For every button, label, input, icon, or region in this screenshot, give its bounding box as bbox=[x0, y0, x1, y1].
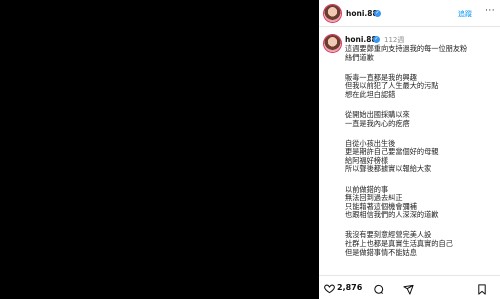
action-bar: 2,876 bbox=[319, 275, 500, 299]
heart-icon[interactable] bbox=[324, 279, 335, 298]
caption-line: 絲們道歉 bbox=[345, 52, 374, 62]
caption-avatar[interactable] bbox=[324, 35, 341, 52]
bookmark-icon[interactable] bbox=[477, 280, 487, 299]
caption-username[interactable]: honi.88 bbox=[345, 35, 377, 44]
post-header: honi.88 ✓ 追蹤 ··· bbox=[319, 0, 500, 27]
comment-icon[interactable] bbox=[373, 280, 384, 299]
caption-line: 但是做錯事情不能姑息 bbox=[345, 247, 417, 257]
post-caption: honi.88 ✓ 112週 這週要鄭重向支持過我的每一位朋友粉 絲們道歉 販毒一直… bbox=[319, 28, 500, 273]
share-icon[interactable] bbox=[403, 280, 414, 299]
more-options-icon[interactable]: ··· bbox=[485, 6, 495, 16]
avatar[interactable] bbox=[324, 5, 341, 22]
verified-icon: ✓ bbox=[374, 10, 381, 17]
header-username[interactable]: honi.88 bbox=[346, 9, 378, 18]
caption-line: 一直是我內心的疙瘩 bbox=[345, 118, 410, 128]
caption-line: 也跟相信我們的人深深的道歉 bbox=[345, 210, 439, 220]
post-panel: honi.88 ✓ 追蹤 ··· honi.88 ✓ 112週 這週要鄭重向支持… bbox=[319, 0, 500, 299]
caption-line: 所以聲後都據實以報給大家 bbox=[345, 164, 432, 174]
caption-line: 想在此坦白認錯 bbox=[345, 89, 396, 99]
caption-verified-icon: ✓ bbox=[373, 36, 380, 43]
like-count[interactable]: 2,876 bbox=[337, 283, 362, 292]
caption-text: 這週要鄭重向支持過我的每一位朋友粉 絲們道歉 販毒一直都是我的興趣 但我以前犯了人生最… bbox=[345, 44, 495, 257]
follow-button[interactable]: 追蹤 bbox=[458, 9, 472, 19]
